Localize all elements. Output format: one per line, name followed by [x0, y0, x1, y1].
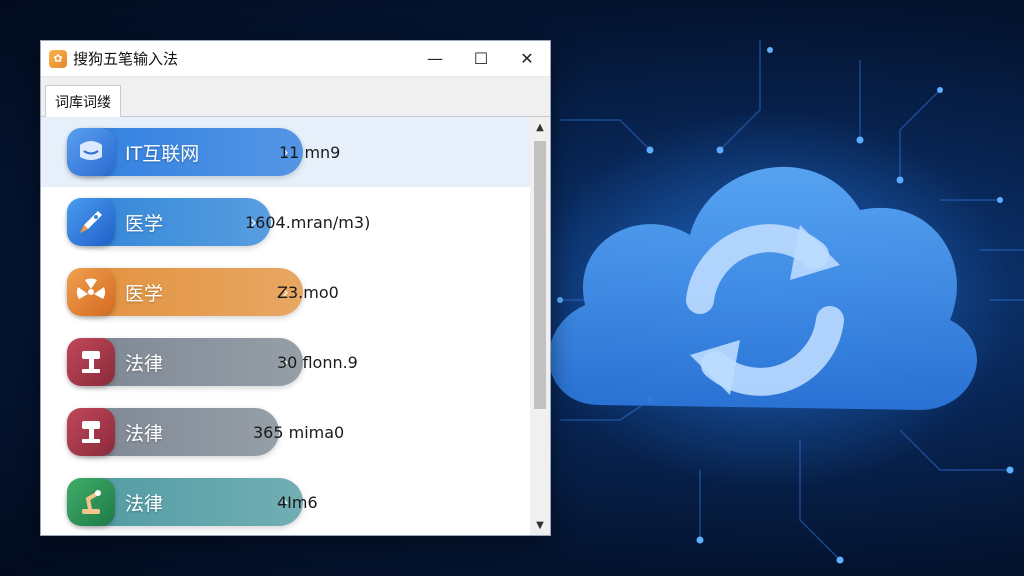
- sogou-logo-icon: ✿: [49, 49, 67, 68]
- word-count-text: 365 mima0: [253, 422, 345, 442]
- rocket-icon: [67, 198, 115, 246]
- category-button[interactable]: 法律 ›: [67, 338, 303, 386]
- robot-arm-icon: [67, 478, 115, 526]
- maximize-button[interactable]: ☐: [458, 41, 504, 77]
- list-item[interactable]: IT互联网 › 11 mn9: [41, 117, 530, 187]
- word-count-text: Z3.mo0: [277, 282, 339, 302]
- title-bar: ✿ 搜狗五笔输入法 — ☐ ✕: [41, 41, 550, 77]
- category-button[interactable]: IT互联网 ›: [67, 128, 303, 176]
- list-item[interactable]: 医学 › Z3.mo0: [41, 257, 530, 327]
- word-count-text: 11 mn9: [279, 142, 341, 162]
- scroll-down-arrow-icon[interactable]: ▼: [530, 515, 550, 535]
- window-title: 搜狗五笔输入法: [73, 50, 179, 68]
- gavel-icon: [67, 408, 115, 456]
- close-button[interactable]: ✕: [504, 41, 550, 77]
- tab-dictionary[interactable]: 词库词缕: [45, 85, 121, 118]
- category-button[interactable]: 法律: [67, 408, 279, 456]
- category-label: IT互联网: [125, 142, 200, 165]
- window-controls: — ☐ ✕: [412, 41, 550, 77]
- category-button[interactable]: 医学 ›: [67, 268, 303, 316]
- category-label: 法律: [125, 492, 164, 515]
- word-count-text: 30 flonn.9: [277, 352, 358, 372]
- category-label: 医学: [125, 282, 164, 305]
- dictionary-list: IT互联网 › 11 mn9 医学 › 1604.mran/m3) 医学 › Z3.mo0 法律 ›…: [41, 117, 530, 535]
- tab-bar: 词库词缕: [41, 77, 550, 118]
- category-button[interactable]: 医学 ›: [67, 198, 271, 246]
- category-label: 法律: [125, 352, 164, 375]
- chat-bubble-icon: [67, 128, 115, 176]
- list-item[interactable]: 法律 365 mima0: [41, 397, 530, 467]
- category-label: 法律: [125, 422, 164, 445]
- list-item[interactable]: 法律 › 30 flonn.9: [41, 327, 530, 397]
- list-item[interactable]: 法律 › 4Im6: [41, 467, 530, 535]
- word-count-text: 1604.mran/m3): [245, 212, 371, 232]
- scroll-up-arrow-icon[interactable]: ▲: [530, 117, 550, 137]
- category-label: 医学: [125, 212, 164, 235]
- list-item[interactable]: 医学 › 1604.mran/m3): [41, 187, 530, 257]
- app-window: ✿ 搜狗五笔输入法 — ☐ ✕ 词库词缕 IT互联网 › 11 mn9 医学 › 1604…: [40, 40, 551, 536]
- scrollbar-thumb[interactable]: [534, 141, 546, 409]
- minimize-button[interactable]: —: [412, 41, 458, 77]
- gavel-icon: [67, 338, 115, 386]
- vertical-scrollbar[interactable]: ▲ ▼: [530, 117, 550, 535]
- word-count-text: 4Im6: [277, 492, 318, 512]
- category-button[interactable]: 法律 ›: [67, 478, 303, 526]
- radiation-icon: [67, 268, 115, 316]
